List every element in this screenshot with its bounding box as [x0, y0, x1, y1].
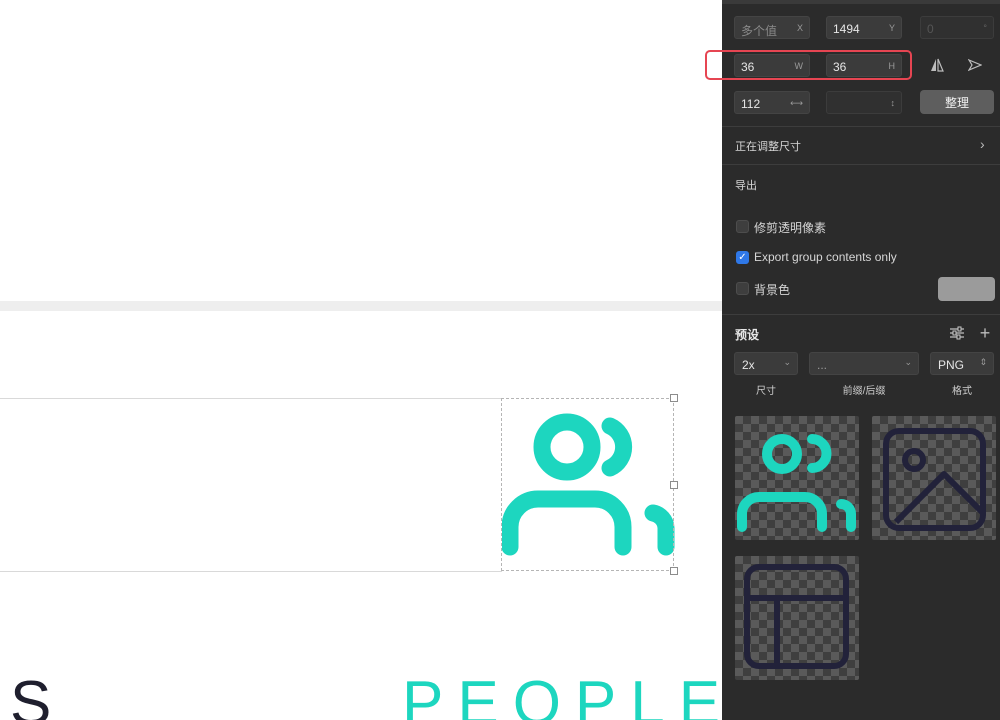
- background-color-label[interactable]: 背景色: [754, 281, 790, 298]
- divider: [722, 314, 1000, 315]
- horizontal-spacing-field[interactable]: 112 ⟷: [734, 91, 810, 114]
- divider: [722, 164, 1000, 165]
- canvas-text-left[interactable]: S: [10, 664, 61, 720]
- chevron-down-icon: ⌄: [904, 357, 912, 367]
- trim-transparent-label[interactable]: 修剪透明像素: [754, 219, 826, 236]
- export-thumbnail-image[interactable]: [872, 416, 996, 540]
- image-icon: [883, 428, 987, 531]
- format-sublabel: 格式: [952, 386, 972, 397]
- x-position-field[interactable]: 多个值 X: [734, 16, 810, 39]
- export-group-only-checkbox[interactable]: ✓: [736, 251, 749, 264]
- prefix-suffix-select[interactable]: ... ⌄: [809, 352, 919, 375]
- presets-title: 预设: [735, 328, 760, 342]
- tidy-button[interactable]: 整理: [920, 90, 994, 114]
- export-scale-value: 2x: [742, 358, 755, 372]
- trim-transparent-checkbox[interactable]: [736, 220, 749, 233]
- add-export-icon[interactable]: +: [974, 322, 996, 344]
- resize-handle-bottom-right[interactable]: [670, 567, 678, 575]
- x-position-value: 多个值: [741, 24, 778, 38]
- inspector-panel: 多个值 X 1494 Y 0 ° 36 W 36 H 112 ⟷ ↕ 整理 正在…: [722, 0, 1000, 720]
- artboard-bottom-edge: [0, 571, 502, 572]
- export-thumbnail-people[interactable]: [735, 416, 859, 540]
- people-icon: [737, 434, 856, 532]
- size-fields-highlight: [705, 50, 912, 80]
- horizontal-spacing-value: 112: [741, 97, 761, 111]
- export-scale-select[interactable]: 2x ⌄: [734, 352, 798, 375]
- y-label: Y: [888, 23, 895, 33]
- panel-top-border: [722, 0, 1000, 4]
- background-color-checkbox[interactable]: [736, 282, 749, 295]
- vertical-spacing-field[interactable]: ↕: [826, 91, 902, 114]
- y-position-value: 1494: [833, 22, 860, 36]
- export-thumbnail-layout[interactable]: [735, 556, 859, 680]
- export-group-only-label[interactable]: Export group contents only: [754, 250, 897, 264]
- scale-sublabel: 尺寸: [756, 386, 776, 397]
- export-format-value: PNG: [938, 358, 965, 372]
- rotation-value: 0: [927, 22, 934, 36]
- canvas-section-divider: [0, 301, 722, 311]
- flip-horizontal-icon[interactable]: [926, 54, 948, 76]
- selection-bounding-box[interactable]: [501, 398, 674, 571]
- canvas-text-people[interactable]: PEOPLE: [402, 664, 722, 720]
- flip-vertical-icon[interactable]: [964, 54, 986, 76]
- rotation-field[interactable]: 0 °: [920, 16, 994, 39]
- chevron-down-icon: ⌄: [783, 357, 791, 367]
- design-canvas[interactable]: S PEOPLE: [0, 0, 722, 720]
- background-color-swatch[interactable]: [938, 277, 995, 301]
- divider: [722, 126, 1000, 127]
- export-section-label: 导出: [735, 180, 757, 192]
- vertical-spacing-icon: ↕: [890, 98, 896, 108]
- stepper-icon: ⇕: [979, 357, 987, 367]
- resize-handle-right[interactable]: [670, 481, 678, 489]
- prefix-suffix-value: ...: [817, 358, 828, 372]
- resizing-label[interactable]: 正在调整尺寸: [735, 138, 801, 154]
- prefix-suffix-sublabel: 前缀/后缀: [842, 386, 886, 397]
- horizontal-spacing-icon: ⟷: [790, 98, 803, 108]
- layout-icon: [744, 564, 849, 669]
- rotation-unit: °: [983, 23, 987, 33]
- artboard-top-edge: [0, 398, 502, 399]
- y-position-field[interactable]: 1494 Y: [826, 16, 902, 39]
- export-format-select[interactable]: PNG ⇕: [930, 352, 994, 375]
- chevron-right-icon[interactable]: ›: [980, 136, 985, 152]
- preset-settings-icon[interactable]: [946, 322, 968, 344]
- resize-handle-top-right[interactable]: [670, 394, 678, 402]
- x-label: X: [796, 23, 803, 33]
